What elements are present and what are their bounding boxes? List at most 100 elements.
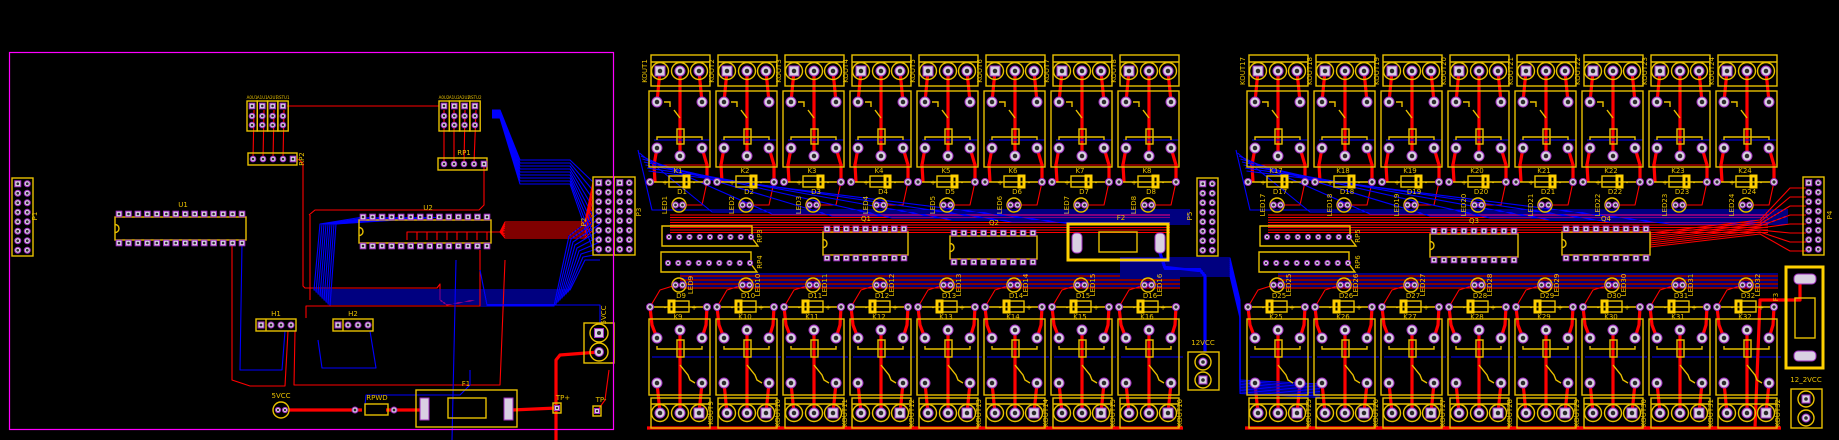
drill-hole [1327, 235, 1330, 239]
drill-hole [1816, 190, 1820, 194]
drill-hole [1210, 191, 1214, 195]
diode-plus: + [1729, 179, 1735, 187]
drill-hole [1565, 145, 1571, 151]
drill-hole [972, 231, 976, 235]
drill-hole [705, 305, 709, 309]
group2-k27-kout-label: KOUT27 [1439, 399, 1447, 427]
drill-hole [1816, 228, 1820, 232]
drill-hole [1339, 203, 1342, 207]
drill-hole [1012, 153, 1018, 159]
group1-k1-diode-label: D1 [677, 188, 687, 196]
drill-hole [1305, 261, 1309, 265]
drill-hole [1409, 153, 1415, 159]
drill-hole [1034, 99, 1040, 105]
drill-hole [1409, 410, 1415, 416]
drill-hole [952, 260, 956, 264]
group1-k4-led-label: LED4 [862, 195, 870, 214]
group1-k1-label: K1 [673, 167, 682, 175]
drill-hole [967, 380, 973, 386]
drill-hole [718, 261, 721, 265]
drill-hole [1614, 256, 1618, 260]
drill-hole [1807, 238, 1811, 242]
drill-hole [155, 241, 159, 245]
drill-hole [1431, 145, 1437, 151]
drill-hole [271, 104, 274, 108]
drill-hole [1016, 203, 1019, 207]
drill-hole [973, 180, 977, 184]
diode-plus: + [1356, 304, 1362, 312]
drill-hole [16, 248, 20, 252]
group2-k32-label: K32 [1738, 313, 1752, 321]
drill-hole [127, 241, 130, 245]
drill-hole [1472, 229, 1476, 233]
drill-hole [1564, 256, 1568, 260]
drill-hole [1677, 153, 1683, 159]
diode-plus: + [758, 304, 764, 312]
drill-hole [1143, 203, 1146, 207]
group2-k30-led-label: LED30 [1620, 274, 1628, 297]
drill-hole [1624, 256, 1628, 260]
drill-hole [855, 99, 861, 105]
drill-hole [744, 153, 750, 159]
drill-hole [627, 238, 631, 242]
diode-plus: + [1026, 304, 1032, 312]
drill-hole [1512, 229, 1516, 233]
drill-hole [1581, 305, 1585, 309]
group1-k10-kout-label: KOUT10 [774, 399, 782, 427]
drill-hole [146, 212, 149, 216]
drill-hole [654, 380, 660, 386]
drill-hole [897, 410, 903, 416]
drill-hole [902, 227, 906, 231]
drill-hole [681, 203, 684, 207]
drill-hole [1654, 380, 1660, 386]
drill-hole [271, 123, 274, 127]
group1-k14-led-label: LED14 [1022, 273, 1030, 296]
drill-hole [1123, 99, 1129, 105]
drill-hole [811, 410, 817, 416]
drill-hole [1389, 410, 1395, 416]
drill-hole [1590, 68, 1596, 74]
drill-hole [766, 380, 772, 386]
drill-hole [1482, 258, 1486, 262]
drill-hole [989, 99, 995, 105]
diode-plus: + [796, 179, 802, 187]
drill-hole [1210, 229, 1214, 233]
diode-plus: + [1528, 179, 1534, 187]
drill-hole [1265, 235, 1269, 239]
drill-hole [16, 239, 20, 243]
drill-hole [677, 327, 683, 333]
drill-hole [1442, 229, 1446, 233]
drill-hole [1143, 283, 1146, 287]
drill-hole [1772, 180, 1776, 184]
drill-hole [174, 241, 178, 245]
drill-hole [1406, 283, 1409, 287]
group2-k31-diode-label: D31 [1674, 292, 1688, 300]
drill-hole [597, 219, 601, 223]
drill-hole [1766, 380, 1772, 386]
drill-hole [1476, 153, 1482, 159]
drill-hole [1123, 380, 1129, 386]
group1-rp-a-label: RP3 [756, 229, 764, 243]
group2-k17-led-label: LED17 [1259, 194, 1267, 217]
drill-hole [1347, 235, 1351, 239]
drill-hole [1101, 380, 1107, 386]
drill-hole [473, 104, 477, 108]
drill-hole [922, 335, 928, 341]
drill-hole [1629, 410, 1635, 416]
group2-k24-label: K24 [1738, 167, 1752, 175]
drill-hole [1452, 258, 1456, 262]
drill-hole [606, 181, 610, 185]
drill-hole [442, 162, 446, 166]
f1-pad [503, 397, 514, 421]
drill-hole [916, 305, 920, 309]
drill-hole [271, 114, 274, 118]
drill-hole [281, 123, 285, 127]
drill-hole [1473, 283, 1476, 287]
drill-hole [627, 228, 631, 232]
drill-hole [1562, 410, 1568, 416]
group2-k27-led-label: LED27 [1419, 274, 1427, 297]
group1-k5-diode-label: D5 [945, 188, 955, 196]
drill-hole [791, 410, 797, 416]
group2-k24-kout-label: KOUT24 [1708, 56, 1716, 85]
drill-hole [1016, 283, 1019, 287]
